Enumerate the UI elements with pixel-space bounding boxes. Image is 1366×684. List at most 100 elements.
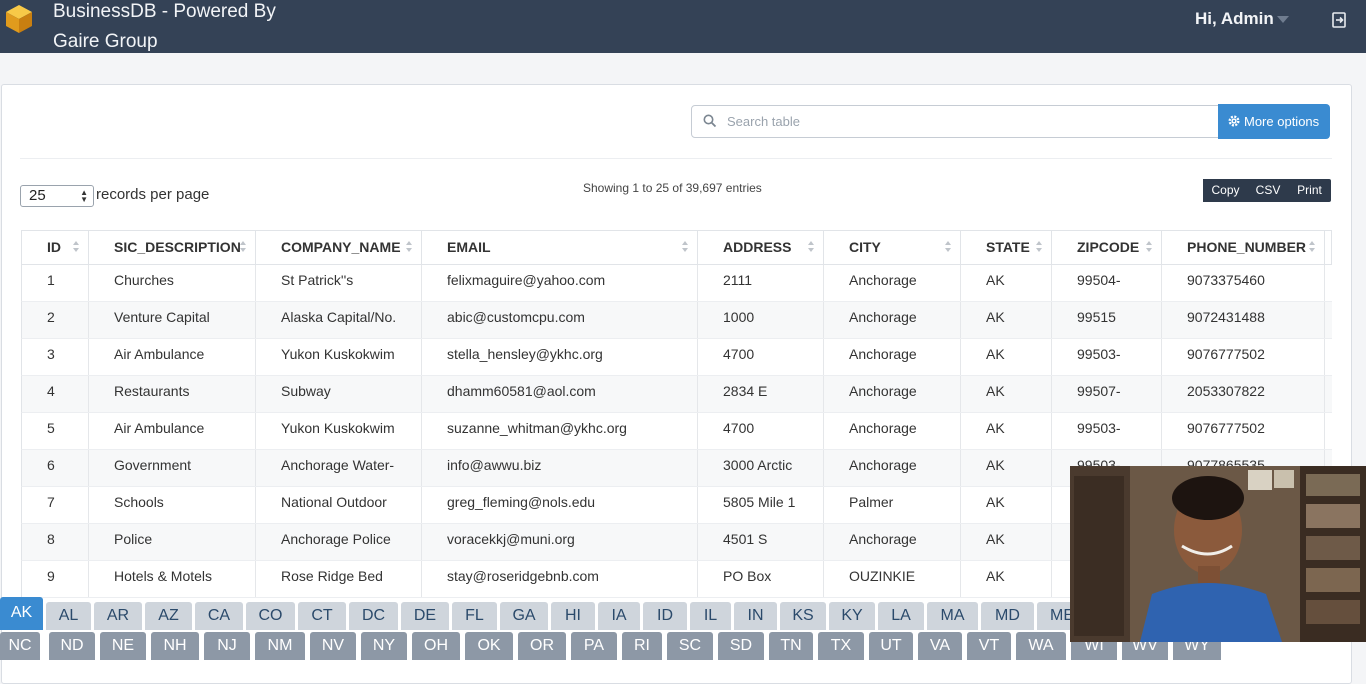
state-tab-ne[interactable]: NE xyxy=(100,632,146,660)
state-tab-ct[interactable]: CT xyxy=(298,602,346,630)
cell-email: stella_hensley@ykhc.org xyxy=(447,346,603,362)
state-tab-dc[interactable]: DC xyxy=(349,602,398,630)
cell-address: 2111 xyxy=(723,272,753,288)
state-tab-ia[interactable]: IA xyxy=(598,602,640,630)
cell-address: 2834 E xyxy=(723,383,768,399)
column-header-address[interactable]: ADDRESS xyxy=(698,231,824,264)
state-tab-ar[interactable]: AR xyxy=(94,602,142,630)
cell-state: AK xyxy=(986,494,1005,510)
cell-city: Anchorage xyxy=(849,309,917,325)
state-tab-tn[interactable]: TN xyxy=(769,632,813,660)
cell-phone-number: 9073375460 xyxy=(1187,272,1265,288)
page-length-select[interactable]: 25 ▲ ▼ xyxy=(20,185,94,207)
state-tab-ky[interactable]: KY xyxy=(829,602,875,630)
csv-button[interactable]: CSV xyxy=(1248,179,1288,202)
state-tab-ks[interactable]: KS xyxy=(780,602,826,630)
table-row[interactable]: 5 Air Ambulance Yukon Kuskokwim suzanne_… xyxy=(21,413,1332,450)
state-tab-sc[interactable]: SC xyxy=(667,632,713,660)
cell-state: AK xyxy=(986,346,1005,362)
state-tab-vt[interactable]: VT xyxy=(967,632,1011,660)
table-row[interactable]: 1 Churches St Patrick''s felixmaguire@ya… xyxy=(21,265,1332,302)
state-tab-il[interactable]: IL xyxy=(690,602,731,630)
cell-zipcode: 99507- xyxy=(1077,383,1121,399)
state-tab-nj[interactable]: NJ xyxy=(204,632,250,660)
sort-icon xyxy=(808,241,815,254)
state-tab-ca[interactable]: CA xyxy=(195,602,243,630)
search-input[interactable] xyxy=(727,106,1207,137)
state-tab-ri[interactable]: RI xyxy=(622,632,662,660)
cell-address: 1000 xyxy=(723,309,755,325)
cell-address: 5805 Mile 1 xyxy=(723,494,796,510)
state-tab-ny[interactable]: NY xyxy=(361,632,407,660)
state-tab-ok[interactable]: OK xyxy=(465,632,513,660)
print-button[interactable]: Print xyxy=(1288,179,1331,202)
chevron-down-icon[interactable] xyxy=(1277,16,1289,23)
state-tab-hi[interactable]: HI xyxy=(551,602,595,630)
column-header-id[interactable]: ID xyxy=(22,231,89,264)
sort-icon xyxy=(1309,241,1316,254)
state-tab-az[interactable]: AZ xyxy=(145,602,192,630)
cell-sic-description: Government xyxy=(114,457,192,473)
cell-sic-description: Air Ambulance xyxy=(114,346,205,362)
column-header-zipcode[interactable]: ZIPCODE xyxy=(1052,231,1162,264)
state-tab-co[interactable]: CO xyxy=(246,602,295,630)
state-tab-ut[interactable]: UT xyxy=(869,632,913,660)
cell-sic-description: Churches xyxy=(114,272,174,288)
state-tab-fl[interactable]: FL xyxy=(452,602,497,630)
cell-email: greg_fleming@nols.edu xyxy=(447,494,596,510)
table-row[interactable]: 4 Restaurants Subway dhamm60581@aol.com … xyxy=(21,376,1332,413)
column-header-city[interactable]: CITY xyxy=(824,231,961,264)
state-tab-wa[interactable]: WA xyxy=(1016,632,1066,660)
user-greeting[interactable]: Hi, Admin xyxy=(1195,9,1274,29)
cell-zipcode: 99504- xyxy=(1077,272,1121,288)
state-tab-nh[interactable]: NH xyxy=(151,632,199,660)
state-tab-nv[interactable]: NV xyxy=(310,632,356,660)
cell-company-name: Anchorage Police xyxy=(281,531,391,547)
state-tab-de[interactable]: DE xyxy=(401,602,449,630)
sort-icon xyxy=(406,241,413,254)
sort-icon xyxy=(240,241,247,254)
cell-sic-description: Hotels & Motels xyxy=(114,568,213,584)
state-tab-nm[interactable]: NM xyxy=(255,632,305,660)
sort-icon xyxy=(945,241,952,254)
cell-city: OUZINKIE xyxy=(849,568,916,584)
cell-id: 5 xyxy=(47,420,55,436)
cell-email: abic@customcpu.com xyxy=(447,309,585,325)
column-header-phone-number[interactable]: PHONE_NUMBER xyxy=(1162,231,1325,264)
state-tab-nc[interactable]: NC xyxy=(0,632,40,660)
logout-icon[interactable] xyxy=(1330,11,1348,29)
cell-id: 7 xyxy=(47,494,55,510)
cell-company-name: Rose Ridge Bed xyxy=(281,568,383,584)
state-tab-or[interactable]: OR xyxy=(518,632,566,660)
state-tab-sd[interactable]: SD xyxy=(718,632,764,660)
table-row[interactable]: 2 Venture Capital Alaska Capital/No. abi… xyxy=(21,302,1332,339)
state-tab-la[interactable]: LA xyxy=(878,602,924,630)
column-header-sic-description[interactable]: SIC_DESCRIPTION xyxy=(89,231,256,264)
select-arrows-icon: ▲ ▼ xyxy=(80,188,88,204)
state-tab-md[interactable]: MD xyxy=(981,602,1034,630)
state-tab-oh[interactable]: OH xyxy=(412,632,460,660)
state-tab-tx[interactable]: TX xyxy=(818,632,864,660)
column-header-state[interactable]: STATE xyxy=(961,231,1052,264)
column-header-email[interactable]: EMAIL xyxy=(422,231,698,264)
sort-icon xyxy=(1146,241,1153,254)
state-tab-in[interactable]: IN xyxy=(734,602,777,630)
table-row[interactable]: 3 Air Ambulance Yukon Kuskokwim stella_h… xyxy=(21,339,1332,376)
state-tab-pa[interactable]: PA xyxy=(571,632,617,660)
cell-state: AK xyxy=(986,420,1005,436)
state-tab-nd[interactable]: ND xyxy=(49,632,95,660)
cell-id: 2 xyxy=(47,309,55,325)
state-tab-id[interactable]: ID xyxy=(643,602,687,630)
state-tab-al[interactable]: AL xyxy=(46,602,91,630)
copy-button[interactable]: Copy xyxy=(1203,179,1248,202)
webcam-overlay[interactable] xyxy=(1070,466,1366,642)
cell-company-name: Anchorage Water- xyxy=(281,457,395,473)
state-tab-ma[interactable]: MA xyxy=(927,602,978,630)
column-header-company-name[interactable]: COMPANY_NAME xyxy=(256,231,422,264)
sort-icon xyxy=(73,241,80,254)
state-tab-ak[interactable]: AK xyxy=(0,597,43,630)
cell-state: AK xyxy=(986,531,1005,547)
table-info: Showing 1 to 25 of 39,697 entries xyxy=(583,181,762,195)
state-tab-ga[interactable]: GA xyxy=(500,602,548,630)
state-tab-va[interactable]: VA xyxy=(918,632,962,660)
